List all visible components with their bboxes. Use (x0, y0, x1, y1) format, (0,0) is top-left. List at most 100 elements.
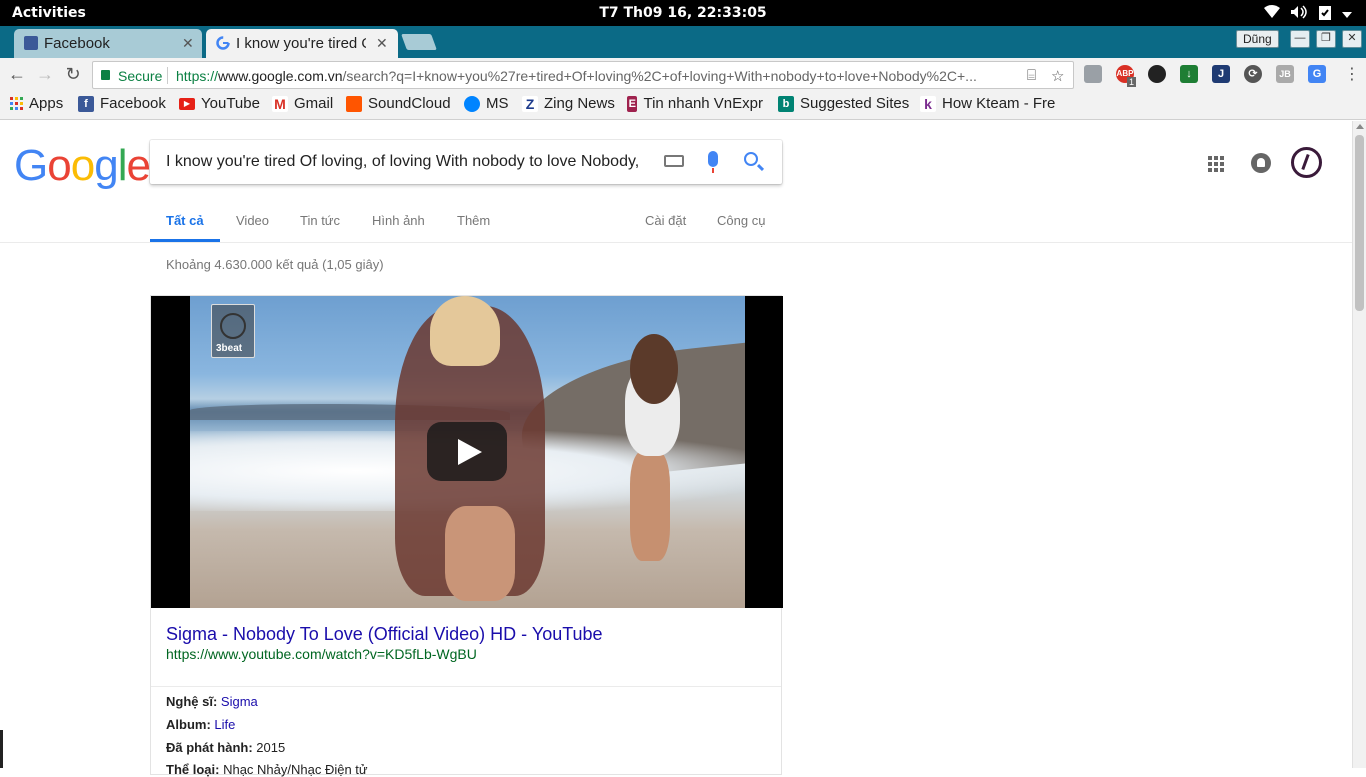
clipboard-icon[interactable] (1318, 4, 1332, 25)
bookmark-zing-news[interactable]: Z Zing News (522, 95, 615, 112)
jetbrains-icon[interactable]: JB (1276, 65, 1294, 83)
detail-album: Album: Life (166, 717, 236, 732)
minimize-button[interactable]: — (1290, 30, 1310, 48)
facebook-icon (24, 36, 38, 50)
tab-more[interactable]: Thêm (457, 213, 490, 228)
maximize-button[interactable]: ❐ (1316, 30, 1336, 48)
back-button[interactable]: ← (6, 64, 28, 85)
address-bar[interactable]: Secure https://www.google.com.vn/search?… (92, 61, 1074, 89)
new-tab-button[interactable] (401, 34, 437, 50)
bookmark-soundcloud[interactable]: SoundCloud (346, 95, 451, 112)
sync-icon[interactable]: ⟳ (1244, 65, 1262, 83)
tab-settings[interactable]: Cài đặt (645, 213, 686, 228)
result-url[interactable]: https://www.youtube.com/watch?v=KD5fLb-W… (166, 646, 477, 662)
search-input[interactable]: I know you're tired Of loving, of loving… (166, 153, 638, 171)
tab-title: I know you're tired Of (236, 35, 366, 52)
youtube-icon: ▶ (179, 97, 195, 110)
menu-kebab-icon[interactable]: ⋮ (1344, 64, 1360, 84)
browser-tab-strip: Facebook ✕ I know you're tired Of ✕ Dũng… (0, 26, 1366, 58)
wifi-icon[interactable] (1264, 5, 1280, 24)
tab-all[interactable]: Tất cả (166, 213, 204, 228)
tab-tools[interactable]: Công cụ (717, 213, 765, 228)
play-button[interactable] (427, 422, 507, 481)
scrollbar-thumb[interactable] (1355, 135, 1364, 311)
bookmark-suggested-sites[interactable]: b Suggested Sites (778, 95, 909, 112)
jira-icon[interactable]: J (1212, 65, 1230, 83)
translate-page-icon[interactable]: ⌸ (1027, 67, 1036, 84)
messenger-icon (464, 95, 480, 112)
tab-google-search[interactable]: I know you're tired Of ✕ (206, 29, 398, 58)
bookmark-ms[interactable]: MS (464, 95, 509, 112)
bookmark-kteam[interactable]: k How Kteam - Fre (920, 95, 1056, 112)
lock-icon (101, 70, 110, 80)
bookmark-facebook[interactable]: f Facebook (78, 95, 166, 112)
extension-cube-icon[interactable] (1084, 65, 1102, 83)
detail-artist: Nghệ sĩ: Sigma (166, 694, 258, 709)
divider (151, 686, 781, 687)
tab-title: Facebook (44, 35, 110, 52)
browser-toolbar: ← → ↻ Secure https://www.google.com.vn/s… (0, 58, 1366, 90)
system-clock[interactable]: T7 Th09 16, 22:33:05 (0, 5, 1366, 21)
microphone-icon[interactable] (708, 151, 718, 167)
zing-icon: Z (522, 95, 538, 112)
notifications-icon[interactable] (1251, 153, 1271, 173)
facebook-icon: f (78, 95, 94, 112)
tab-facebook[interactable]: Facebook ✕ (14, 29, 202, 58)
window-edge (0, 730, 3, 768)
bookmark-youtube[interactable]: ▶ YouTube (179, 95, 260, 112)
search-icon-handle (756, 163, 765, 172)
bookmark-gmail[interactable]: M Gmail (272, 95, 333, 112)
account-avatar[interactable] (1291, 147, 1322, 178)
detail-genre: Thể loại: Nhạc Nhảy/Nhạc Điện tử (166, 762, 368, 777)
tab-news[interactable]: Tin tức (300, 213, 340, 228)
active-tab-indicator (150, 239, 220, 242)
download-icon[interactable]: ↓ (1180, 65, 1198, 83)
bookmarks-bar: Apps f Facebook ▶ YouTube M Gmail SoundClou… (0, 90, 1366, 120)
google-logo[interactable]: Google (14, 141, 151, 191)
google-apps-icon[interactable] (1208, 156, 1224, 172)
translate-icon[interactable]: G (1308, 65, 1326, 83)
apps-grid-icon (10, 97, 23, 110)
profile-chip[interactable]: Dũng (1236, 30, 1279, 48)
soundcloud-icon (346, 95, 362, 112)
close-button[interactable]: ✕ (1342, 30, 1362, 48)
url-text[interactable]: https://www.google.com.vn/search?q=I+kno… (176, 68, 1016, 84)
video-player[interactable]: 3beat (151, 296, 783, 608)
scroll-up-arrow[interactable] (1356, 124, 1364, 129)
tab-close-icon[interactable]: ✕ (376, 35, 388, 52)
tab-video[interactable]: Video (236, 213, 269, 228)
result-stats: Khoảng 4.630.000 kết quả (1,05 giây) (166, 257, 384, 272)
page-scrollbar[interactable] (1352, 121, 1366, 768)
tab-images[interactable]: Hình ảnh (372, 213, 425, 228)
bookmark-star-icon[interactable]: ☆ (1051, 67, 1064, 85)
kteam-icon: k (920, 95, 936, 112)
volume-icon[interactable] (1290, 5, 1308, 24)
system-top-bar: Activities T7 Th09 16, 22:33:05 (0, 0, 1366, 26)
detail-released: Đã phát hành: 2015 (166, 740, 286, 755)
divider (167, 67, 168, 84)
power-menu-icon[interactable] (1342, 6, 1352, 24)
search-box[interactable]: I know you're tired Of loving, of loving… (150, 140, 782, 184)
keyboard-icon[interactable] (664, 155, 684, 167)
gmail-icon: M (272, 95, 288, 112)
microphone-stem (712, 168, 714, 173)
google-header: Google I know you're tired Of loving, of… (0, 121, 1352, 243)
result-title-link[interactable]: Sigma - Nobody To Love (Official Video) … (166, 624, 603, 645)
forward-button[interactable]: → (34, 64, 56, 85)
tab-close-icon[interactable]: ✕ (182, 35, 194, 52)
gnome-icon[interactable] (1148, 65, 1166, 83)
secure-label: Secure (118, 68, 163, 84)
video-result-card: 3beat Sigma - Nobody To Love (Official V… (150, 295, 783, 777)
reload-button[interactable]: ↻ (62, 64, 84, 85)
bookmark-vnexpress[interactable]: E Tin nhanh VnExpr (627, 95, 763, 112)
artist-link[interactable]: Sigma (221, 694, 258, 709)
album-link[interactable]: Life (214, 717, 235, 732)
google-icon (216, 36, 230, 50)
search-icon[interactable] (744, 152, 758, 166)
system-tray[interactable] (1264, 4, 1352, 25)
vnexpress-icon: E (627, 95, 638, 112)
channel-watermark: 3beat (211, 304, 255, 358)
activities-button[interactable]: Activities (12, 5, 86, 21)
bookmark-apps[interactable]: Apps (10, 95, 63, 112)
adblock-count: 1 (1127, 77, 1137, 87)
